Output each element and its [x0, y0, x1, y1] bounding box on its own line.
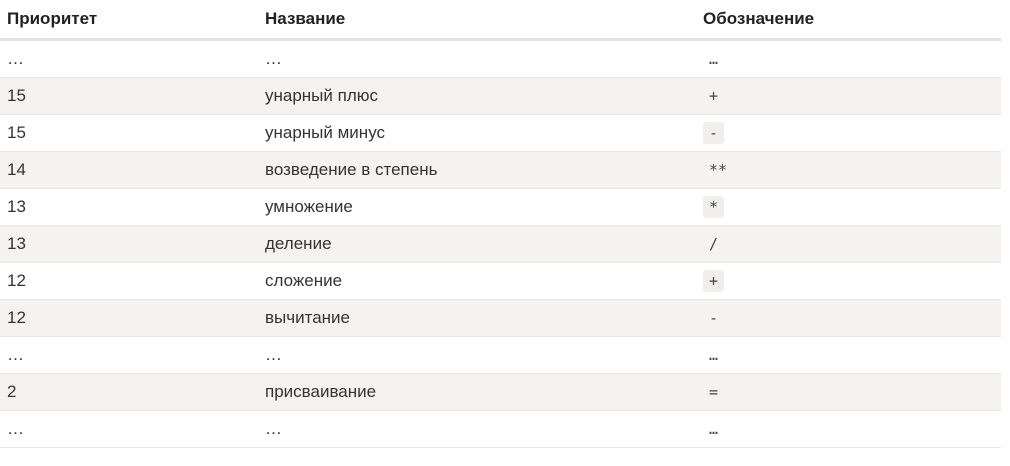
header-row: Приоритет Название Обозначение [0, 0, 1001, 41]
cell-priority: 15 [0, 114, 258, 152]
cell-symbol: = [696, 373, 1001, 411]
table-row: … … … [0, 410, 1001, 448]
cell-priority: 12 [0, 299, 258, 337]
cell-name: вычитание [258, 299, 696, 337]
table-row: 14 возведение в степень ** [0, 151, 1001, 189]
table-row: 13 деление / [0, 225, 1001, 263]
cell-priority: … [0, 410, 258, 448]
table-row: 15 унарный плюс + [0, 77, 1001, 115]
operator-symbol: = [709, 383, 719, 401]
cell-symbol: + [696, 262, 1001, 300]
cell-priority: 14 [0, 151, 258, 189]
operator-symbol: ** [709, 161, 728, 179]
operator-symbol: * [703, 196, 725, 218]
cell-symbol: / [696, 225, 1001, 263]
cell-name: умножение [258, 188, 696, 226]
table-row: 13 умножение * [0, 188, 1001, 226]
cell-name: сложение [258, 262, 696, 300]
table-row: … … … [0, 336, 1001, 374]
cell-symbol: - [696, 299, 1001, 337]
cell-name: унарный минус [258, 114, 696, 152]
cell-symbol: ** [696, 151, 1001, 189]
table-row: 2 присваивание = [0, 373, 1001, 411]
cell-name: возведение в степень [258, 151, 696, 189]
cell-name: унарный плюс [258, 77, 696, 115]
table-row: 15 унарный минус - [0, 114, 1001, 152]
cell-symbol: … [696, 39, 1001, 78]
cell-priority: 12 [0, 262, 258, 300]
cell-name: … [258, 410, 696, 448]
cell-symbol: - [696, 114, 1001, 152]
cell-name: деление [258, 225, 696, 263]
operator-precedence-table-wrapper: Приоритет Название Обозначение … … … 15 … [0, 0, 1001, 448]
cell-symbol: * [696, 188, 1001, 226]
cell-symbol: … [696, 410, 1001, 448]
cell-priority: 13 [0, 225, 258, 263]
table-row: 12 вычитание - [0, 299, 1001, 337]
operator-symbol: + [703, 270, 725, 292]
cell-name: присваивание [258, 373, 696, 411]
operator-precedence-table: Приоритет Название Обозначение … … … 15 … [0, 0, 1001, 448]
operator-symbol: … [709, 50, 719, 68]
cell-priority: 15 [0, 77, 258, 115]
cell-symbol: … [696, 336, 1001, 374]
cell-priority: … [0, 39, 258, 78]
header-symbol: Обозначение [696, 0, 1001, 41]
operator-symbol: … [709, 420, 719, 438]
operator-symbol: - [709, 309, 719, 327]
cell-priority: … [0, 336, 258, 374]
table-header: Приоритет Название Обозначение [0, 0, 1001, 41]
cell-name: … [258, 39, 696, 78]
cell-priority: 2 [0, 373, 258, 411]
operator-symbol: … [709, 346, 719, 364]
operator-symbol: / [709, 235, 719, 253]
operator-symbol: + [709, 87, 719, 105]
table-row: … … … [0, 39, 1001, 78]
cell-priority: 13 [0, 188, 258, 226]
cell-name: … [258, 336, 696, 374]
table-body: … … … 15 унарный плюс + 15 унарный минус… [0, 39, 1001, 448]
header-name: Название [258, 0, 696, 41]
table-row: 12 сложение + [0, 262, 1001, 300]
operator-symbol: - [703, 122, 725, 144]
header-priority: Приоритет [0, 0, 258, 41]
cell-symbol: + [696, 77, 1001, 115]
